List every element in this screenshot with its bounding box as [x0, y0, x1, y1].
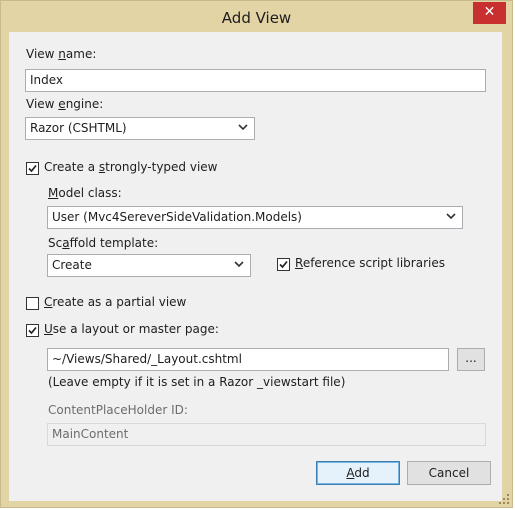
use-layout-label[interactable]: Use a layout or master page: [44, 322, 219, 336]
reference-scripts-checkbox[interactable] [277, 258, 290, 271]
chevron-down-icon [234, 261, 244, 268]
partial-view-label[interactable]: Create as a partial view [44, 295, 186, 309]
content-placeholder-label: ContentPlaceHolder ID: [48, 403, 188, 417]
title-bar[interactable]: Add View ✕ [1, 1, 512, 32]
strongly-typed-label[interactable]: Create a strongly-typed view [44, 160, 218, 174]
use-layout-checkbox[interactable] [26, 324, 39, 337]
scaffold-template-label: Scaffold template: [48, 236, 159, 250]
dialog-title: Add View [221, 9, 292, 27]
reference-scripts-label[interactable]: Reference script libraries [295, 256, 445, 270]
model-class-label: Model class: [48, 186, 122, 200]
layout-hint: (Leave empty if it is set in a Razor _vi… [48, 375, 346, 389]
close-icon: ✕ [483, 4, 496, 20]
scaffold-template-select[interactable]: Create [47, 254, 251, 277]
close-button[interactable]: ✕ [473, 2, 506, 24]
partial-view-checkbox[interactable] [26, 297, 39, 310]
chevron-down-icon [238, 124, 248, 131]
add-button[interactable]: Add [316, 461, 400, 485]
checkmark-icon [28, 164, 37, 173]
view-engine-value: Razor (CSHTML) [30, 121, 127, 135]
model-class-value: User (Mvc4SereverSideValidation.Models) [52, 210, 302, 224]
dialog-body: View name: Index View engine: Razor (CSH… [9, 32, 502, 501]
view-name-label: View name: [26, 47, 97, 61]
view-name-input[interactable]: Index [25, 69, 486, 92]
chevron-down-icon [446, 213, 456, 220]
checkmark-icon [28, 326, 37, 335]
scaffold-template-value: Create [52, 258, 92, 272]
view-engine-label: View engine: [26, 97, 104, 111]
view-engine-select[interactable]: Razor (CSHTML) [25, 117, 255, 140]
resize-grip-icon[interactable] [498, 493, 510, 505]
browse-layout-button[interactable]: ... [457, 348, 485, 371]
checkmark-icon [279, 260, 288, 269]
model-class-select[interactable]: User (Mvc4SereverSideValidation.Models) [47, 206, 463, 229]
content-placeholder-input[interactable]: MainContent [47, 423, 486, 446]
cancel-button[interactable]: Cancel [407, 461, 491, 485]
strongly-typed-checkbox[interactable] [26, 162, 39, 175]
layout-path-input[interactable]: ~/Views/Shared/_Layout.cshtml [47, 348, 449, 371]
add-view-dialog: Add View ✕ View name: Index View engine:… [0, 0, 513, 508]
